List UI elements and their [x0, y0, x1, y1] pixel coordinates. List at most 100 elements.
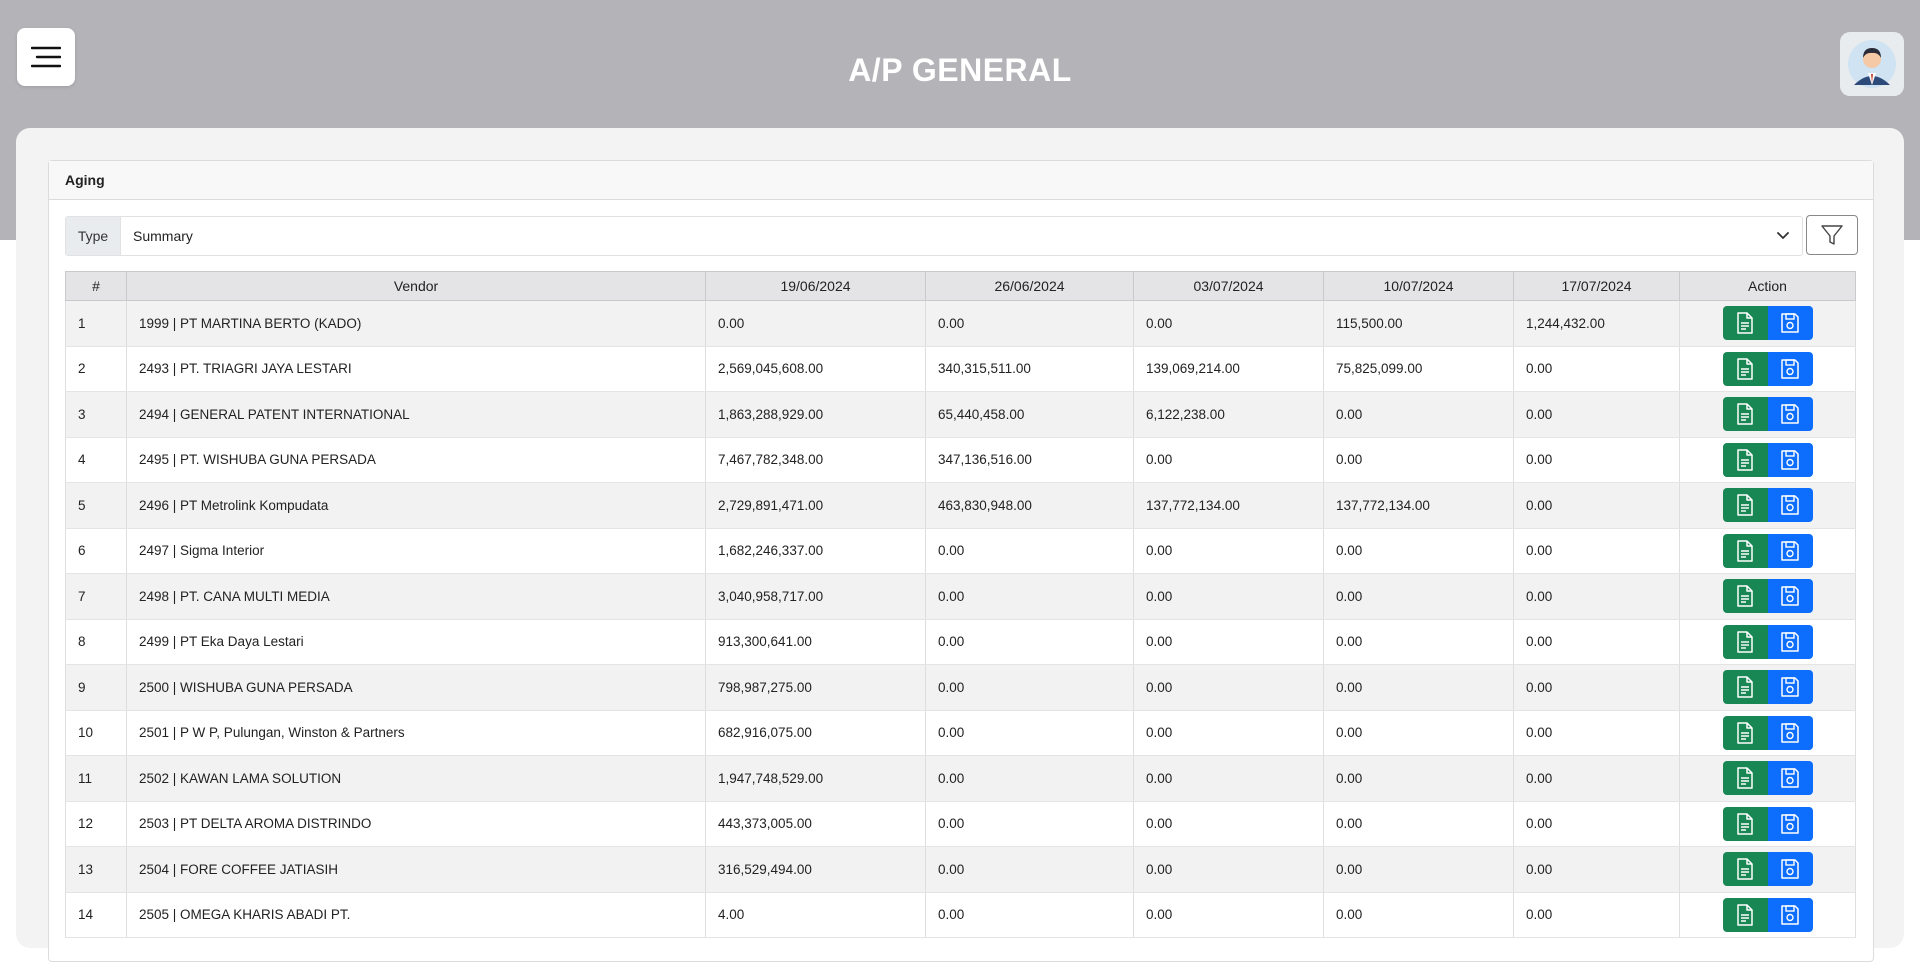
action-cell	[1679, 300, 1856, 347]
amount-cell-date-3: 137,772,134.00	[1133, 482, 1324, 529]
action-button-group	[1722, 397, 1813, 432]
amount-cell-date-1: 7,467,782,348.00	[705, 437, 926, 483]
amount-cell-date-2: 463,830,948.00	[925, 482, 1134, 529]
view-document-button[interactable]	[1722, 351, 1768, 386]
view-document-button[interactable]	[1722, 397, 1768, 432]
action-cell	[1679, 573, 1856, 620]
view-document-button[interactable]	[1722, 579, 1768, 614]
view-document-button[interactable]	[1722, 806, 1768, 841]
amount-cell-date-2: 0.00	[925, 619, 1134, 665]
column-header-date-1: 19/06/2024	[705, 271, 926, 301]
amount-cell-date-1: 1,682,246,337.00	[705, 528, 926, 574]
amount-cell-date-4: 0.00	[1323, 664, 1514, 711]
amount-cell-date-3: 0.00	[1133, 892, 1324, 938]
amount-cell-date-5: 0.00	[1513, 573, 1680, 620]
action-button-group	[1722, 715, 1813, 750]
action-button-group	[1722, 351, 1813, 386]
user-avatar-button[interactable]	[1840, 32, 1904, 96]
vendor-cell: 2501 | P W P, Pulungan, Winston & Partne…	[126, 710, 706, 756]
column-header-date-3: 03/07/2024	[1133, 271, 1324, 301]
table-row: 2 2493 | PT. TRIAGRI JAYA LESTARI 2,569,04…	[65, 346, 1856, 392]
document-icon	[1737, 312, 1753, 334]
action-cell	[1679, 346, 1856, 392]
column-header-action: Action	[1679, 271, 1856, 301]
amount-cell-date-2: 347,136,516.00	[925, 437, 1134, 483]
action-button-group	[1722, 670, 1813, 705]
amount-cell-date-3: 0.00	[1133, 755, 1324, 802]
amount-cell-date-3: 6,122,238.00	[1133, 391, 1324, 438]
action-cell	[1679, 528, 1856, 574]
save-button[interactable]	[1767, 852, 1813, 887]
save-button[interactable]	[1767, 306, 1813, 341]
row-number: 4	[65, 437, 127, 483]
amount-cell-date-3: 0.00	[1133, 528, 1324, 574]
vendor-cell: 1999 | PT MARTINA BERTO (KADO)	[126, 300, 706, 347]
filter-icon	[1821, 225, 1843, 245]
view-document-button[interactable]	[1722, 715, 1768, 750]
row-number: 8	[65, 619, 127, 665]
amount-cell-date-1: 682,916,075.00	[705, 710, 926, 756]
save-icon	[1781, 450, 1799, 470]
amount-cell-date-4: 0.00	[1323, 573, 1514, 620]
document-icon	[1737, 403, 1753, 425]
save-button[interactable]	[1767, 897, 1813, 932]
action-button-group	[1722, 579, 1813, 614]
view-document-button[interactable]	[1722, 533, 1768, 568]
table-row: 3 2494 | GENERAL PATENT INTERNATIONAL 1,86…	[65, 391, 1856, 438]
save-icon	[1781, 814, 1799, 834]
action-cell	[1679, 482, 1856, 529]
row-number: 9	[65, 664, 127, 711]
view-document-button[interactable]	[1722, 761, 1768, 796]
action-cell	[1679, 846, 1856, 893]
amount-cell-date-4: 0.00	[1323, 846, 1514, 893]
amount-cell-date-4: 115,500.00	[1323, 300, 1514, 347]
amount-cell-date-5: 0.00	[1513, 846, 1680, 893]
vendor-cell: 2500 | WISHUBA GUNA PERSADA	[126, 664, 706, 711]
save-button[interactable]	[1767, 806, 1813, 841]
view-document-button[interactable]	[1722, 897, 1768, 932]
view-document-button[interactable]	[1722, 670, 1768, 705]
type-select[interactable]: Summary	[121, 217, 1802, 255]
view-document-button[interactable]	[1722, 488, 1768, 523]
document-icon	[1737, 767, 1753, 789]
view-document-button[interactable]	[1722, 624, 1768, 659]
amount-cell-date-3: 0.00	[1133, 846, 1324, 893]
save-button[interactable]	[1767, 579, 1813, 614]
view-document-button[interactable]	[1722, 442, 1768, 477]
action-button-group	[1722, 624, 1813, 659]
amount-cell-date-2: 0.00	[925, 300, 1134, 347]
row-number: 1	[65, 300, 127, 347]
save-button[interactable]	[1767, 488, 1813, 523]
amount-cell-date-4: 0.00	[1323, 755, 1514, 802]
save-icon	[1781, 859, 1799, 879]
action-cell	[1679, 664, 1856, 711]
save-button[interactable]	[1767, 351, 1813, 386]
save-button[interactable]	[1767, 624, 1813, 659]
save-button[interactable]	[1767, 533, 1813, 568]
vendor-cell: 2505 | OMEGA KHARIS ABADI PT.	[126, 892, 706, 938]
save-button[interactable]	[1767, 761, 1813, 796]
table-row: 10 2501 | P W P, Pulungan, Winston & Part…	[65, 710, 1856, 756]
document-icon	[1737, 585, 1753, 607]
amount-cell-date-1: 913,300,641.00	[705, 619, 926, 665]
type-select-value: Summary	[133, 228, 193, 244]
action-button-group	[1722, 488, 1813, 523]
view-document-button[interactable]	[1722, 852, 1768, 887]
save-button[interactable]	[1767, 397, 1813, 432]
row-number: 5	[65, 482, 127, 529]
save-button[interactable]	[1767, 442, 1813, 477]
table-header-row: # Vendor 19/06/2024 26/06/2024 03/07/202…	[65, 271, 1856, 301]
row-number: 3	[65, 391, 127, 438]
filter-button[interactable]	[1806, 215, 1858, 255]
action-button-group	[1722, 306, 1813, 341]
column-header-no: #	[65, 271, 127, 301]
save-button[interactable]	[1767, 670, 1813, 705]
column-header-date-5: 17/07/2024	[1513, 271, 1680, 301]
save-icon	[1781, 313, 1799, 333]
row-number: 11	[65, 755, 127, 802]
view-document-button[interactable]	[1722, 306, 1768, 341]
save-button[interactable]	[1767, 715, 1813, 750]
action-cell	[1679, 892, 1856, 938]
action-cell	[1679, 619, 1856, 665]
save-icon	[1781, 723, 1799, 743]
